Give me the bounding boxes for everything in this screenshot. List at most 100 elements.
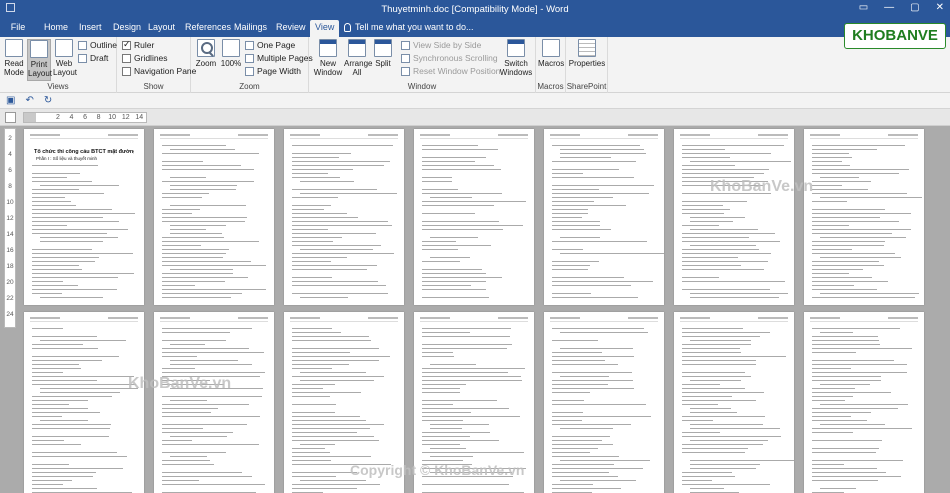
text-line	[682, 472, 732, 473]
maximize-icon[interactable]: ▢	[910, 2, 919, 13]
text-line	[292, 404, 336, 405]
text-line	[552, 360, 605, 361]
reset-window-position-button[interactable]: Reset Window Position	[401, 66, 500, 76]
text-line	[162, 221, 245, 222]
text-line	[682, 484, 770, 485]
page-header	[550, 316, 658, 322]
tab-insert[interactable]: Insert	[79, 22, 102, 32]
text-line	[292, 360, 379, 361]
split-button[interactable]: Split	[373, 39, 393, 68]
text-line	[552, 217, 582, 218]
text-line	[300, 297, 348, 298]
gridlines-checkbox[interactable]: Gridlines	[122, 53, 168, 63]
page-width-button[interactable]: Page Width	[245, 66, 301, 76]
outline-button[interactable]: Outline	[78, 40, 117, 50]
tab-selector-icon[interactable]	[5, 112, 16, 123]
print-layout-button[interactable]: Print Layout	[27, 39, 52, 81]
text-line	[292, 476, 336, 477]
ruler-margin	[24, 113, 36, 122]
page-thumbnail[interactable]: Tổ chức thi công cầu BTCT mặt đường Phần …	[24, 129, 144, 305]
ribbon-display-options-icon[interactable]: ▭	[859, 2, 868, 13]
switch-windows-button[interactable]: Switch Windows	[499, 39, 533, 77]
text-line	[170, 229, 206, 230]
text-line	[292, 169, 353, 170]
draft-button[interactable]: Draft	[78, 53, 108, 63]
text-line	[422, 400, 497, 401]
page-thumbnail[interactable]	[154, 129, 274, 305]
page-thumbnail[interactable]	[24, 312, 144, 493]
text-line	[292, 376, 384, 377]
page-thumbnail[interactable]	[804, 129, 924, 305]
page-thumbnail[interactable]	[544, 129, 664, 305]
text-line	[32, 356, 119, 357]
properties-button[interactable]: Properties	[568, 39, 606, 68]
page-thumbnail[interactable]	[284, 129, 404, 305]
macros-button[interactable]: Macros	[538, 39, 564, 68]
close-icon[interactable]: ✕	[936, 2, 944, 13]
navigation-pane-checkbox[interactable]: Navigation Pane	[122, 66, 196, 76]
text-line	[162, 440, 192, 441]
text-line	[162, 257, 223, 258]
text-line	[292, 225, 392, 226]
view-side-by-side-button[interactable]: View Side by Side	[401, 40, 481, 50]
text-line	[292, 428, 370, 429]
save-icon[interactable]: ▣	[6, 95, 15, 106]
ruler-tick: 4	[69, 114, 74, 121]
page-thumbnail[interactable]	[154, 312, 274, 493]
page-thumbnail[interactable]	[414, 312, 534, 493]
ruler-tick: 8	[96, 114, 101, 121]
tab-layout[interactable]: Layout	[148, 22, 175, 32]
text-line	[32, 257, 99, 258]
page-thumbnail[interactable]	[414, 129, 534, 305]
page-thumbnail[interactable]	[284, 312, 404, 493]
ruler-checkbox[interactable]: Ruler	[122, 39, 154, 50]
vertical-ruler-tick: 22	[6, 295, 14, 302]
tab-file[interactable]: File	[6, 19, 30, 37]
page-thumbnail[interactable]	[804, 312, 924, 493]
undo-icon[interactable]: ↶	[25, 95, 33, 106]
ribbon: Read Mode Print Layout Web Layout Outlin…	[0, 37, 950, 93]
arrange-all-button[interactable]: Arrange All	[344, 39, 372, 77]
new-window-button[interactable]: New Window	[313, 39, 343, 77]
text-line	[560, 480, 636, 481]
text-line	[32, 480, 72, 481]
redo-icon[interactable]: ↻	[44, 95, 52, 106]
synchronous-scrolling-button[interactable]: Synchronous Scrolling	[401, 53, 498, 63]
one-page-button[interactable]: One Page	[245, 40, 295, 50]
page-thumbnail[interactable]	[674, 129, 794, 305]
text-line	[812, 225, 849, 226]
vertical-ruler-tick: 18	[6, 263, 14, 270]
document-area[interactable]: Tổ chức thi công cầu BTCT mặt đường Phần …	[18, 126, 950, 493]
read-mode-button[interactable]: Read Mode	[3, 39, 25, 77]
text-line	[682, 360, 756, 361]
text-line	[682, 185, 763, 186]
web-layout-button[interactable]: Web Layout	[53, 39, 77, 77]
text-line	[682, 364, 756, 365]
text-line	[552, 213, 588, 214]
zoom-button[interactable]: Zoom	[195, 39, 217, 68]
multiple-pages-button[interactable]: Multiple Pages	[245, 53, 313, 63]
text-line	[32, 193, 104, 194]
tab-home[interactable]: Home	[44, 22, 68, 32]
text-line	[552, 249, 583, 250]
sharepoint-group: Properties SharePoint	[566, 37, 608, 93]
text-line	[162, 237, 224, 238]
tell-me-box[interactable]: Tell me what you want to do...	[344, 22, 474, 32]
page-thumbnail[interactable]	[544, 312, 664, 493]
minimize-icon[interactable]: —	[884, 2, 894, 13]
tab-references[interactable]: References	[185, 22, 231, 32]
tab-view[interactable]: View	[310, 20, 340, 37]
text-line	[162, 408, 218, 409]
tab-mailings[interactable]: Mailings	[234, 22, 267, 32]
vertical-ruler[interactable]: 2 4 6 8 10 12 14 16 18 20 22 24	[4, 128, 16, 328]
text-line	[40, 297, 103, 298]
one-page-label: One Page	[257, 40, 296, 50]
page-thumbnail[interactable]	[674, 312, 794, 493]
zoom-100-button[interactable]: 100%	[219, 39, 243, 68]
text-line	[422, 440, 499, 441]
text-line	[162, 153, 259, 154]
tab-review[interactable]: Review	[276, 22, 306, 32]
text-line	[300, 380, 374, 381]
horizontal-ruler[interactable]: 2 2 4 6 8 10 12 14	[23, 112, 147, 123]
tab-design[interactable]: Design	[113, 22, 141, 32]
